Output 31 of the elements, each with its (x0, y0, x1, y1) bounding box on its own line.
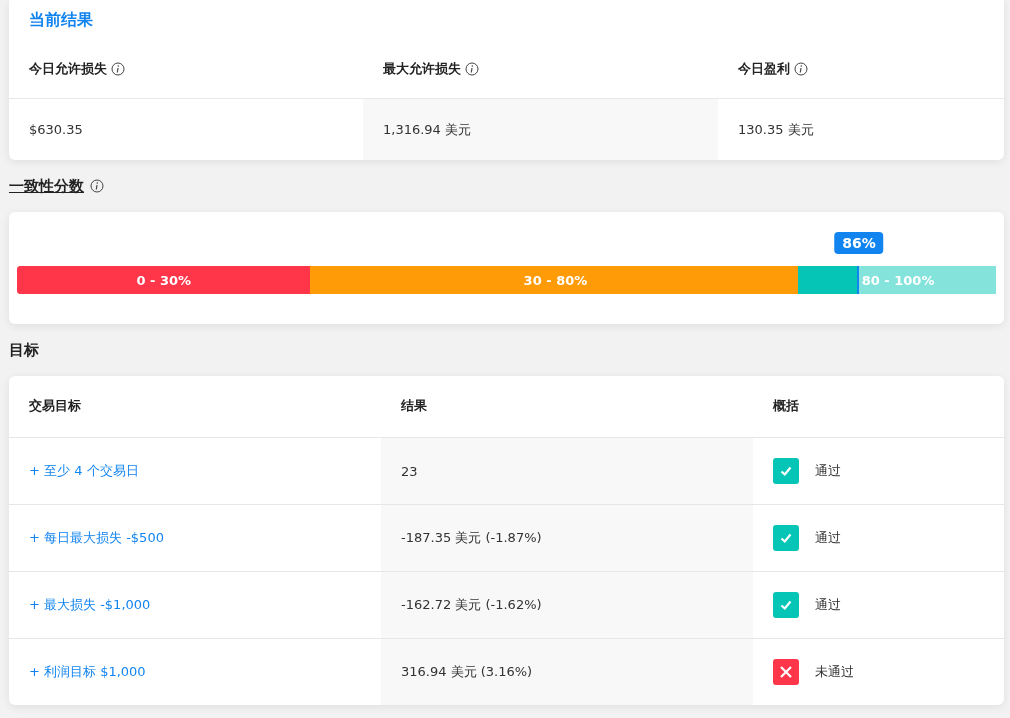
info-icon[interactable] (90, 179, 104, 193)
range-label: 0 - 30% (136, 272, 192, 288)
objective-link[interactable]: + 最大损失 -$1,000 (29, 596, 151, 614)
section-heading: 目标 (9, 340, 39, 360)
range-label: 30 - 80% (523, 272, 588, 288)
table-cell-text: $630.35 (28, 121, 84, 139)
table-cell-text: 130.35 美元 (737, 120, 815, 139)
table-cell: 1,316.94 美元 (363, 99, 718, 160)
table-cell: -162.72 美元 (-1.62%) (381, 572, 753, 639)
info-icon[interactable] (465, 62, 479, 76)
section-heading[interactable]: 一致性分数 (9, 176, 84, 196)
range-label: 80 - 100% (861, 272, 935, 288)
section-title: 当前结果 (28, 9, 94, 31)
column-header: 今日允许损失 (29, 60, 107, 78)
info-icon[interactable] (794, 62, 808, 76)
status-label: 通过 (815, 462, 841, 480)
column-header: 最大允许损失 (383, 60, 461, 78)
objective-link[interactable]: + 每日最大损失 -$500 (29, 529, 164, 547)
table-cell: 316.94 美元 (3.16%) (381, 639, 753, 705)
column-header: 交易目标 (9, 376, 381, 438)
objective-link[interactable]: + 利润目标 $1,000 (29, 663, 146, 681)
column-header: 概括 (753, 376, 1004, 438)
score-bubble: 86% (834, 232, 884, 254)
info-icon[interactable] (111, 62, 125, 76)
column-header: 今日盈利 (738, 60, 790, 78)
table-cell: -187.35 美元 (-1.87%) (381, 505, 753, 572)
status-label: 通过 (815, 596, 841, 614)
objective-link[interactable]: + 至少 4 个交易日 (29, 462, 139, 480)
status-label: 未通过 (815, 663, 854, 681)
table-cell: 23 (381, 438, 753, 505)
status-label: 通过 (815, 529, 841, 547)
